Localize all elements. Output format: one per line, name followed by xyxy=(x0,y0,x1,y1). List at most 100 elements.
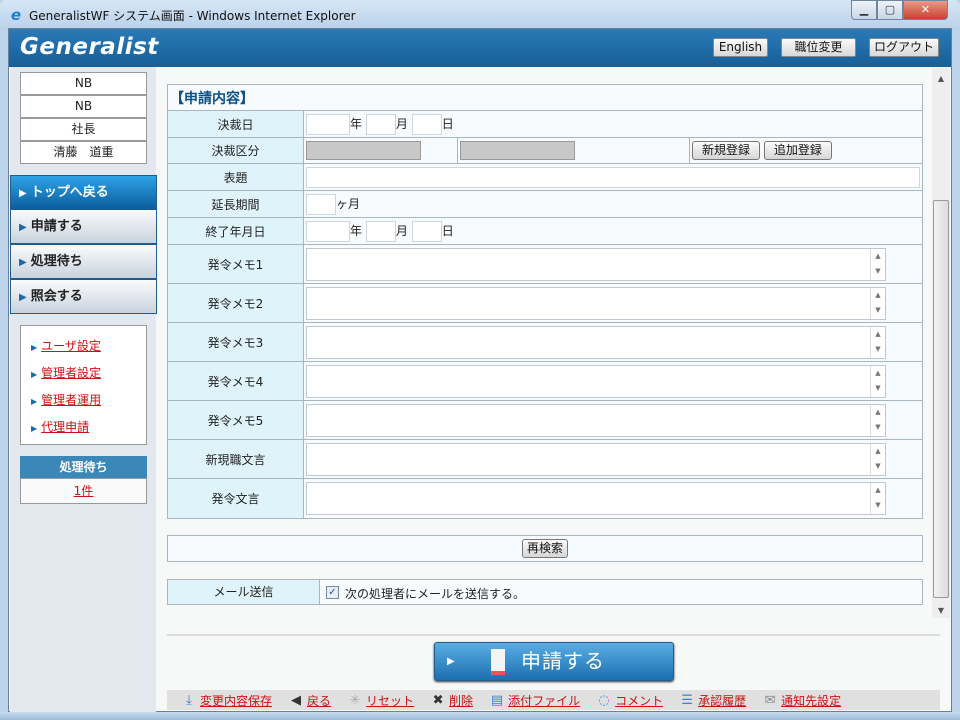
toolbar-item[interactable]: ✖ 削除 xyxy=(430,692,473,709)
extension-months-input[interactable] xyxy=(306,193,336,215)
memo-5-textarea[interactable]: ▲ ▼ xyxy=(306,403,886,437)
toolbar-item[interactable]: ⤓ 変更内容保存 xyxy=(181,692,272,709)
memo-4-textarea[interactable]: ▲ ▼ xyxy=(306,364,886,398)
triangle-right-icon: ▶ xyxy=(31,424,38,433)
toolbar-link[interactable]: 承認履歴 xyxy=(698,692,746,709)
mail-checkbox[interactable]: ✓ xyxy=(326,586,339,599)
toolbar-item[interactable]: ◌ コメント xyxy=(596,692,663,709)
close-button[interactable]: ✕ xyxy=(903,0,948,20)
submit-apply-button[interactable]: ▶ 申請する xyxy=(434,642,674,681)
year-unit: 年 xyxy=(350,116,363,131)
label-memo-1: 発令メモ1 xyxy=(167,244,304,284)
triangle-right-icon: ▶ xyxy=(31,397,38,406)
english-button[interactable]: English xyxy=(713,38,768,57)
document-upload-icon xyxy=(491,649,505,675)
label-memo-3: 発令メモ3 xyxy=(167,322,304,362)
subject-input[interactable] xyxy=(306,166,920,188)
link-admin-operation[interactable]: 管理者運用 xyxy=(41,393,101,407)
window-bottom-frame xyxy=(0,712,960,720)
bottom-toolbar: ⤓ 変更内容保存 ◀ 戻る ✳ リセット ✖ 削除 ▤ 添付ファイル ◌ コメント ☰ 承認履歴 ✉ 通知先設… xyxy=(167,690,940,710)
day-unit: 日 xyxy=(441,116,454,131)
textarea-scrollbar[interactable]: ▲ ▼ xyxy=(870,443,885,475)
textarea-scrollbar[interactable]: ▲ ▼ xyxy=(870,326,885,358)
logo: Generalist xyxy=(20,34,159,60)
nav-top[interactable]: ▶ トップへ戻る xyxy=(10,175,157,210)
textarea-scrollbar[interactable]: ▲ ▼ xyxy=(870,365,885,397)
end-day-input[interactable] xyxy=(411,220,442,242)
triangle-right-icon: ▶ xyxy=(19,292,27,303)
day-unit: 日 xyxy=(441,223,454,238)
divider xyxy=(167,634,940,636)
nav-inquiry[interactable]: ▶ 照会する xyxy=(10,279,157,314)
triangle-right-icon: ▶ xyxy=(19,257,27,268)
year-unit: 年 xyxy=(350,223,363,238)
scrollbar-thumb[interactable] xyxy=(933,200,949,598)
textarea-scrollbar[interactable]: ▲ ▼ xyxy=(870,248,885,280)
toolbar-link[interactable]: 添付ファイル xyxy=(508,692,580,709)
label-memo-4: 発令メモ4 xyxy=(167,361,304,401)
memo-3-textarea[interactable]: ▲ ▼ xyxy=(306,325,886,359)
new-position-textarea[interactable]: ▲ ▼ xyxy=(306,442,886,476)
triangle-right-icon: ▶ xyxy=(19,222,27,233)
nav-label: 照会する xyxy=(30,289,83,304)
application-form: 【申請内容】 決裁日 年 月 日 決裁区分 新規登録 追加登録 表題 延長期間 … xyxy=(167,84,923,519)
reset-icon: ✳ xyxy=(349,692,361,708)
submit-label: 申請する xyxy=(521,649,605,673)
toolbar-item[interactable]: ☰ 承認履歴 xyxy=(679,692,746,709)
toolbar-link[interactable]: 通知先設定 xyxy=(781,692,841,709)
month-unit: 月 xyxy=(395,116,408,131)
user-department: NB xyxy=(20,95,147,118)
nav-pending[interactable]: ▶ 処理待ち xyxy=(10,244,157,279)
link-user-settings[interactable]: ユーザ設定 xyxy=(41,339,101,353)
nav-apply[interactable]: ▶ 申請する xyxy=(10,209,157,244)
nav-label: 処理待ち xyxy=(30,254,83,269)
label-new-position-text: 新現職文言 xyxy=(167,439,304,479)
label-subject: 表題 xyxy=(167,163,304,191)
user-company: NB xyxy=(20,72,147,95)
toolbar-item[interactable]: ▤ 添付ファイル xyxy=(489,692,580,709)
label-order-text: 発令文言 xyxy=(167,478,304,519)
window-title: GeneralistWF システム画面 - Windows Internet E… xyxy=(29,9,356,23)
user-position: 社長 xyxy=(20,118,147,141)
toolbar-link[interactable]: コメント xyxy=(615,692,663,709)
decision-day-input[interactable] xyxy=(411,113,442,135)
delete-icon: ✖ xyxy=(432,692,444,708)
toolbar-link[interactable]: 削除 xyxy=(449,692,473,709)
toolbar-link[interactable]: 戻る xyxy=(307,692,331,709)
comment-icon: ◌ xyxy=(598,692,610,708)
decision-year-input[interactable] xyxy=(306,113,350,135)
research-button[interactable]: 再検索 xyxy=(521,539,568,558)
textarea-scrollbar[interactable]: ▲ ▼ xyxy=(870,287,885,319)
toolbar-item[interactable]: ✳ リセット xyxy=(347,692,414,709)
maximize-button[interactable]: ▢ xyxy=(877,0,903,20)
change-role-button[interactable]: 職位変更 xyxy=(781,38,856,57)
attach-file-icon: ▤ xyxy=(490,692,504,708)
new-register-button[interactable]: 新規登録 xyxy=(692,141,761,160)
scroll-up-icon[interactable]: ▲ xyxy=(932,74,950,83)
label-memo-2: 発令メモ2 xyxy=(167,283,304,323)
scroll-down-icon[interactable]: ▼ xyxy=(932,606,950,615)
textarea-scrollbar[interactable]: ▲ ▼ xyxy=(870,483,885,514)
textarea-scrollbar[interactable]: ▲ ▼ xyxy=(870,404,885,436)
toolbar-item[interactable]: ◀ 戻る xyxy=(288,692,331,709)
mail-row: メール送信 ✓ 次の処理者にメールを送信する。 xyxy=(167,579,923,605)
logout-button[interactable]: ログアウト xyxy=(869,38,939,57)
end-month-input[interactable] xyxy=(365,220,396,242)
order-textarea[interactable]: ▲ ▼ xyxy=(306,482,886,515)
memo-2-textarea[interactable]: ▲ ▼ xyxy=(306,286,886,320)
toolbar-link[interactable]: 変更内容保存 xyxy=(200,692,272,709)
form-title: 【申請内容】 xyxy=(167,84,923,111)
pending-count-link[interactable]: 1件 xyxy=(74,484,94,498)
end-year-input[interactable] xyxy=(306,220,350,242)
label-memo-5: 発令メモ5 xyxy=(167,400,304,440)
toolbar-link[interactable]: リセット xyxy=(366,692,414,709)
add-register-button[interactable]: 追加登録 xyxy=(763,141,832,160)
toolbar-item[interactable]: ✉ 通知先設定 xyxy=(762,692,841,709)
mail-icon: ✉ xyxy=(764,692,776,708)
minimize-button[interactable]: ▁ xyxy=(851,0,877,20)
link-proxy-apply[interactable]: 代理申請 xyxy=(41,420,89,434)
memo-1-textarea[interactable]: ▲ ▼ xyxy=(306,247,886,281)
decision-month-input[interactable] xyxy=(365,113,396,135)
back-arrow-icon: ◀ xyxy=(291,692,302,708)
link-admin-settings[interactable]: 管理者設定 xyxy=(41,366,101,380)
